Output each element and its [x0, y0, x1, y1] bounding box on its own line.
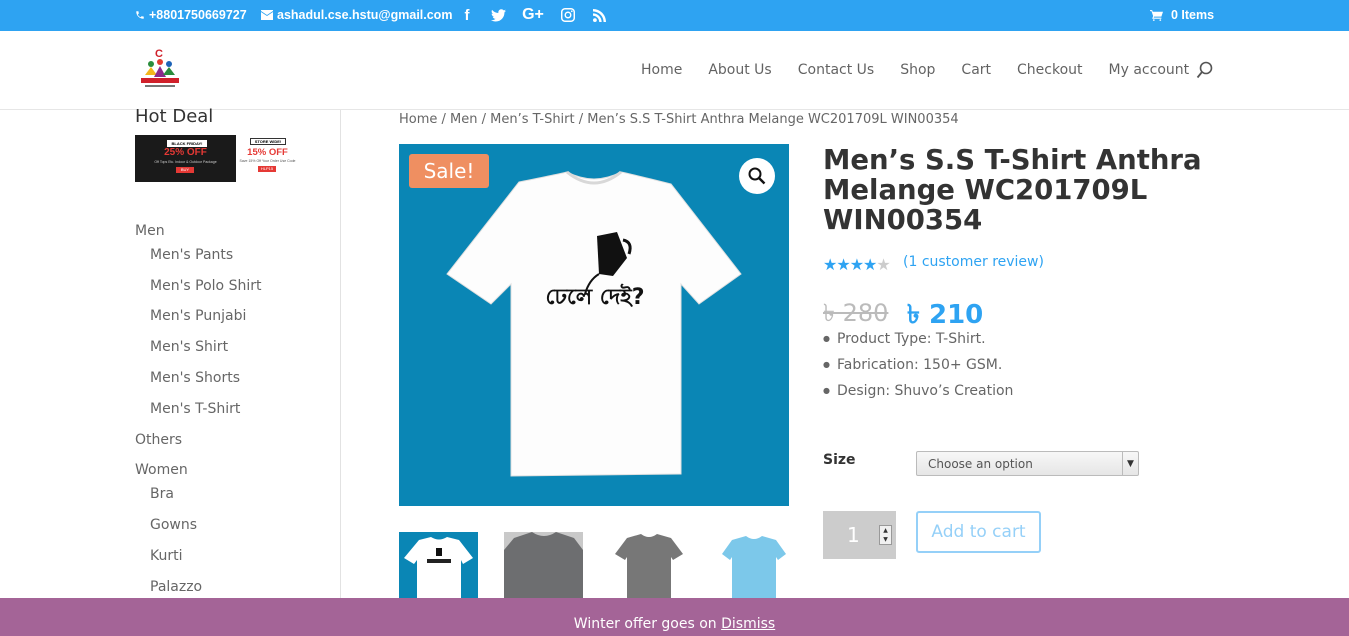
star-icon: ★ [823, 257, 837, 274]
store-wide-banner[interactable]: STORE WIDE! 15% OFF Save 15% Off Your Or… [238, 135, 297, 182]
top-bar: +8801750669727 ashadul.cse.hstu@gmail.co… [0, 0, 1349, 31]
nav-my-account[interactable]: My account [1109, 62, 1190, 78]
category-mens-t-shirt[interactable]: Men's T-Shirt [150, 401, 240, 417]
star-icon: ★ [849, 257, 864, 274]
category-kurti[interactable]: Kurti [150, 548, 183, 564]
nav-cart[interactable]: Cart [961, 62, 991, 78]
star-icon: ★ [876, 257, 890, 274]
facebook-icon[interactable]: f [458, 6, 476, 24]
banner2-text: Save 15% Off Your Order Use Code [239, 159, 296, 163]
category-mens-polo-shirt[interactable]: Men's Polo Shirt [150, 278, 261, 294]
banner2-discount: 15% OFF [247, 147, 288, 158]
category-mens-shirt[interactable]: Men's Shirt [150, 339, 228, 355]
banner1-discount: 25% OFF [164, 147, 207, 158]
banner2-button: HLP15 [258, 166, 276, 172]
main-navigation: Home About Us Contact Us Shop Cart Check… [641, 62, 1215, 78]
banner2-tag: STORE WIDE! [250, 138, 286, 145]
category-women[interactable]: Women [135, 462, 188, 478]
size-label: Size [823, 452, 856, 468]
product-type-bullet: Product Type: T-Shirt. [823, 331, 986, 347]
star-icon: ★ [863, 257, 877, 274]
thumbnail-2[interactable] [504, 532, 583, 598]
black-friday-banner[interactable]: BLACK FRIDAY! 25% OFF Off Tops Etc. Indo… [135, 135, 236, 182]
old-price: ৳ 280 [823, 299, 889, 327]
cart-link[interactable]: 0 Items [1150, 8, 1214, 22]
banner1-tag: BLACK FRIDAY! [167, 140, 207, 147]
sidebar-divider [340, 110, 341, 636]
main-header: C Home About Us Contact Us Shop Cart Che… [0, 31, 1349, 110]
nav-checkout[interactable]: Checkout [1017, 62, 1083, 78]
thumbnail-1[interactable] [399, 532, 478, 598]
hot-deal-title: Hot Deal [135, 106, 214, 127]
thumbnail-4[interactable] [714, 532, 793, 598]
t-shirt-illustration: ঢেলে দেই? [446, 170, 742, 477]
chevron-down-icon: ▼ [1122, 452, 1138, 475]
product-title: Men’s S.S T-Shirt Anthra Melange WC20170… [823, 144, 1202, 236]
nav-shop[interactable]: Shop [900, 62, 935, 78]
t-shirt-print-text: ঢেলে দেই? [546, 283, 645, 310]
size-select[interactable]: Choose an option ▼ [916, 451, 1139, 476]
instagram-icon[interactable] [559, 6, 577, 24]
category-palazzo[interactable]: Palazzo [150, 579, 202, 595]
social-links: f G+ [458, 6, 608, 24]
product-main-image[interactable]: ঢেলে দেই? Sale! [399, 144, 789, 506]
rss-icon[interactable] [590, 6, 608, 24]
customer-review-link[interactable]: (1 customer review) [903, 254, 1044, 270]
banner1-button: BUY [176, 167, 194, 173]
category-gowns[interactable]: Gowns [150, 517, 197, 533]
site-logo[interactable]: C [137, 45, 183, 95]
category-men[interactable]: Men [135, 223, 165, 239]
nav-home[interactable]: Home [641, 62, 682, 78]
nav-about-us[interactable]: About Us [708, 62, 771, 78]
thumbnail-3[interactable] [609, 532, 688, 598]
envelope-icon [261, 10, 273, 20]
search-icon[interactable] [1196, 61, 1214, 84]
design-bullet: Design: Shuvo’s Creation [823, 383, 1013, 399]
email-address: ashadul.cse.hstu@gmail.com [277, 8, 453, 22]
add-to-cart-button[interactable]: Add to cart [916, 511, 1041, 553]
size-select-value: Choose an option [928, 457, 1033, 471]
quantity-value: 1 [847, 523, 860, 547]
quantity-stepper[interactable]: 1 ▲ ▼ [823, 511, 896, 559]
phone-number: +8801750669727 [149, 8, 247, 22]
banner1-text: Off Tops Etc. Indoor & Outdoor Package [154, 160, 217, 164]
star-rating: ★★★★★ [823, 255, 891, 275]
dismiss-link[interactable]: Dismiss [721, 616, 775, 632]
phone-icon [136, 11, 144, 19]
cart-count: 0 Items [1171, 8, 1215, 22]
sale-badge: Sale! [409, 154, 489, 188]
google-plus-icon[interactable]: G+ [520, 6, 546, 24]
shopping-cart-icon [1150, 9, 1163, 21]
twitter-icon[interactable] [489, 6, 507, 24]
category-others[interactable]: Others [135, 432, 182, 448]
category-bra[interactable]: Bra [150, 486, 174, 502]
spinner-arrows-icon[interactable]: ▲ ▼ [879, 525, 892, 545]
category-mens-pants[interactable]: Men's Pants [150, 247, 233, 263]
zoom-icon[interactable] [739, 158, 775, 194]
category-mens-shorts[interactable]: Men's Shorts [150, 370, 240, 386]
nav-contact-us[interactable]: Contact Us [798, 62, 874, 78]
store-notice: Winter offer goes on Dismiss [0, 598, 1349, 636]
email-contact[interactable]: ashadul.cse.hstu@gmail.com [261, 8, 452, 22]
fabrication-bullet: Fabrication: 150+ GSM. [823, 357, 1002, 373]
phone-contact[interactable]: +8801750669727 [135, 8, 247, 22]
category-mens-punjabi[interactable]: Men's Punjabi [150, 308, 246, 324]
breadcrumb[interactable]: Home / Men / Men’s T-Shirt / Men’s S.S T… [399, 112, 959, 127]
star-icon: ★ [836, 257, 850, 274]
svg-text:C: C [155, 48, 163, 60]
notice-text: Winter offer goes on [573, 616, 722, 632]
